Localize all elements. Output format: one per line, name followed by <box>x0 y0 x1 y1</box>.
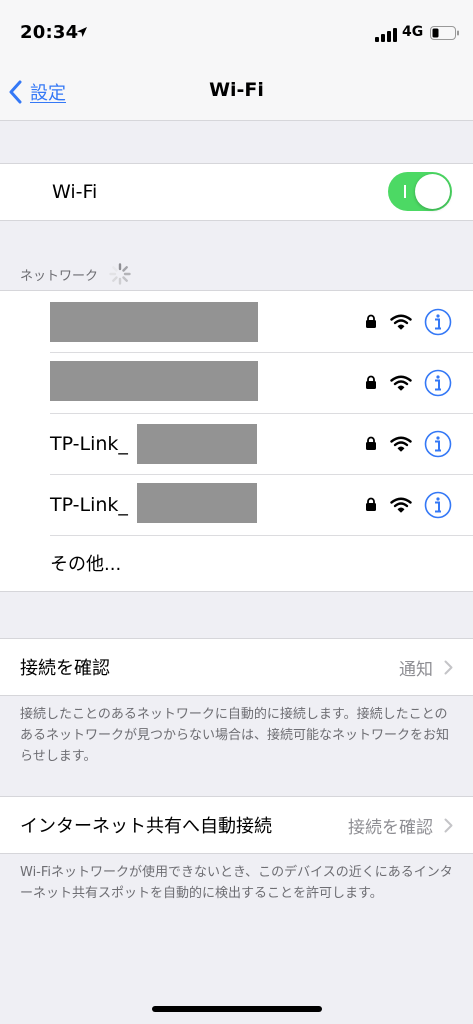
network-row[interactable] <box>0 291 473 352</box>
wifi-toggle-group: Wi-Fi <box>0 163 473 221</box>
lock-icon <box>366 497 376 511</box>
redacted-network-name <box>137 424 257 464</box>
wifi-signal-icon <box>390 436 412 452</box>
network-name: TP-Link_ <box>50 493 128 516</box>
status-bar: 20:34 4G <box>0 0 473 64</box>
redacted-network-name <box>137 483 257 523</box>
home-indicator[interactable] <box>152 1006 322 1012</box>
chevron-right-icon <box>444 660 453 674</box>
auto-join-hotspot-label: インターネット共有へ自動接続 <box>20 816 272 837</box>
network-row[interactable] <box>0 352 473 413</box>
network-row[interactable]: TP-Link_ <box>0 474 473 535</box>
location-arrow-icon <box>77 27 87 37</box>
hotspot-group: インターネット共有へ自動接続 接続を確認 <box>0 796 473 854</box>
info-icon[interactable] <box>424 308 452 336</box>
wifi-signal-icon <box>390 314 412 330</box>
ask-to-join-value: 通知 <box>399 659 433 680</box>
network-list: TP-Link_ TP-Link_ その他... <box>0 290 473 592</box>
ask-to-join-footnote: 接続したことのあるネットワークに自動的に接続します。接続したことのあるネットワー… <box>20 707 450 764</box>
lock-icon <box>366 375 376 389</box>
wifi-signal-icon <box>390 497 412 513</box>
page-title: Wi-Fi <box>209 79 264 101</box>
network-type: 4G <box>402 24 424 40</box>
networks-header-label: ネットワーク <box>20 268 99 284</box>
network-row[interactable]: TP-Link_ <box>0 413 473 474</box>
ask-to-join-row[interactable]: 接続を確認 通知 <box>0 639 473 695</box>
wifi-signal-icon <box>390 375 412 391</box>
other-network-row[interactable]: その他... <box>0 535 473 591</box>
lock-icon <box>366 314 376 328</box>
redacted-network-name <box>50 361 258 401</box>
hotspot-footnote: Wi-Fiネットワークが使用できないとき、このデバイスの近くにあるインターネット… <box>20 865 453 901</box>
info-icon[interactable] <box>424 430 452 458</box>
status-time: 20:34 <box>20 22 79 43</box>
chevron-right-icon <box>444 818 453 832</box>
loading-spinner-icon <box>109 263 131 285</box>
lock-icon <box>366 436 376 450</box>
wifi-toggle-switch[interactable] <box>388 172 452 211</box>
toggle-on-indicator <box>404 185 406 198</box>
info-icon[interactable] <box>424 491 452 519</box>
auto-join-hotspot-value: 接続を確認 <box>348 817 433 838</box>
battery-icon <box>430 26 459 40</box>
ask-to-join-group: 接続を確認 通知 <box>0 638 473 696</box>
networks-section-header: ネットワーク <box>20 262 132 286</box>
info-icon[interactable] <box>424 369 452 397</box>
wifi-toggle-label: Wi-Fi <box>52 181 98 203</box>
other-network-label: その他... <box>50 554 122 575</box>
ask-to-join-label: 接続を確認 <box>20 658 110 679</box>
navigation-bar: 設定 Wi-Fi <box>0 64 473 121</box>
cellular-signal-icon <box>375 28 397 42</box>
network-name: TP-Link_ <box>50 432 128 455</box>
redacted-network-name <box>50 302 258 342</box>
wifi-toggle-row: Wi-Fi <box>0 164 473 220</box>
auto-join-hotspot-row[interactable]: インターネット共有へ自動接続 接続を確認 <box>0 797 473 853</box>
toggle-knob <box>415 174 450 209</box>
